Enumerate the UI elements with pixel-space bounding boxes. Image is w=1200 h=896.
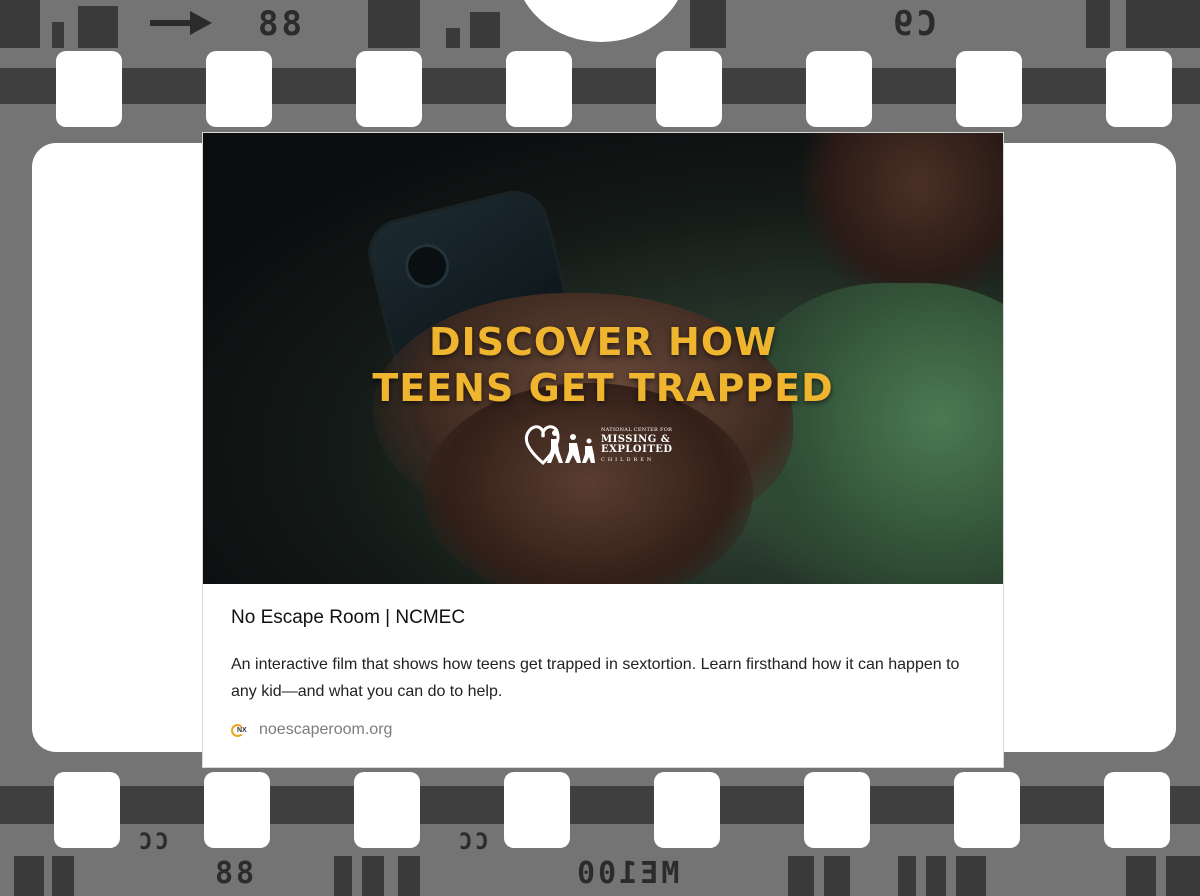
sprocket-hole [204,772,270,848]
preview-title[interactable]: No Escape Room | NCMEC [231,607,465,629]
edge-marking [446,28,460,48]
edge-frame-number: 88 [255,4,302,44]
sprocket-hole [56,51,122,127]
sprocket-hole [806,51,872,127]
headline-line-2: TEENS GET TRAPPED [372,366,834,410]
sprocket-hole [506,51,572,127]
preview-domain[interactable]: noescaperoom.org [259,721,392,739]
edge-marking [824,856,850,896]
film-notch [515,0,687,42]
edge-frame-number: C9 [890,4,937,44]
edge-marking [0,0,40,48]
ncmec-logo-text: NATIONAL CENTER FOR MISSING & EXPLOITED … [601,425,673,465]
sprocket-hole [206,51,272,127]
sprocket-hole [356,51,422,127]
edge-marking [690,0,726,48]
sprocket-hole [504,772,570,848]
edge-marking [368,0,420,48]
preview-source[interactable]: NX noescaperoom.org [231,719,392,741]
sprocket-hole [1106,51,1172,127]
edge-film-type: ME100 [574,856,680,891]
edge-marking [1126,856,1156,896]
edge-marking [14,856,44,896]
logo-text-line: EXPLOITED [601,444,673,455]
edge-marking [470,12,500,48]
film-band-bottom [0,786,1200,824]
edge-frame-code: CC [136,830,169,855]
logo-text-line: CHILDREN [601,457,655,463]
edge-marking [334,856,352,896]
phone-camera [400,239,454,293]
edge-marking [1166,856,1200,896]
edge-marking [78,6,118,48]
sprocket-hole [54,772,120,848]
photo-person-chin [803,133,1003,303]
preview-image-headline: DISCOVER HOW TEENS GET TRAPPED [203,319,1003,411]
preview-description: An interactive film that shows how teens… [231,656,960,700]
edge-frame-code: CC [456,830,489,855]
edge-marking [956,856,986,896]
headline-line-1: DISCOVER HOW [428,320,778,364]
edge-marking [52,856,74,896]
edge-marking [398,856,420,896]
edge-marking [1126,0,1200,48]
edge-frame-number: 88 [212,856,255,891]
favicon-text: NX [237,727,247,734]
ncmec-logo-icon [524,425,595,466]
site-favicon-icon: NX [231,723,251,737]
sprocket-hole [656,51,722,127]
sprocket-hole [654,772,720,848]
edge-marking [788,856,814,896]
edge-marking [52,22,64,48]
edge-marking [1086,0,1110,48]
ncmec-logo: NATIONAL CENTER FOR MISSING & EXPLOITED … [521,417,701,471]
edge-marking [898,856,916,896]
link-preview-card[interactable]: DISCOVER HOW TEENS GET TRAPPED NATIONAL … [202,132,1004,768]
sprocket-hole [956,51,1022,127]
sprocket-hole [804,772,870,848]
edge-marking [926,856,946,896]
sprocket-hole [1104,772,1170,848]
sprocket-hole [954,772,1020,848]
arrow-right-icon [150,11,212,35]
sprocket-hole [354,772,420,848]
preview-image[interactable]: DISCOVER HOW TEENS GET TRAPPED NATIONAL … [203,133,1003,584]
edge-marking [362,856,384,896]
